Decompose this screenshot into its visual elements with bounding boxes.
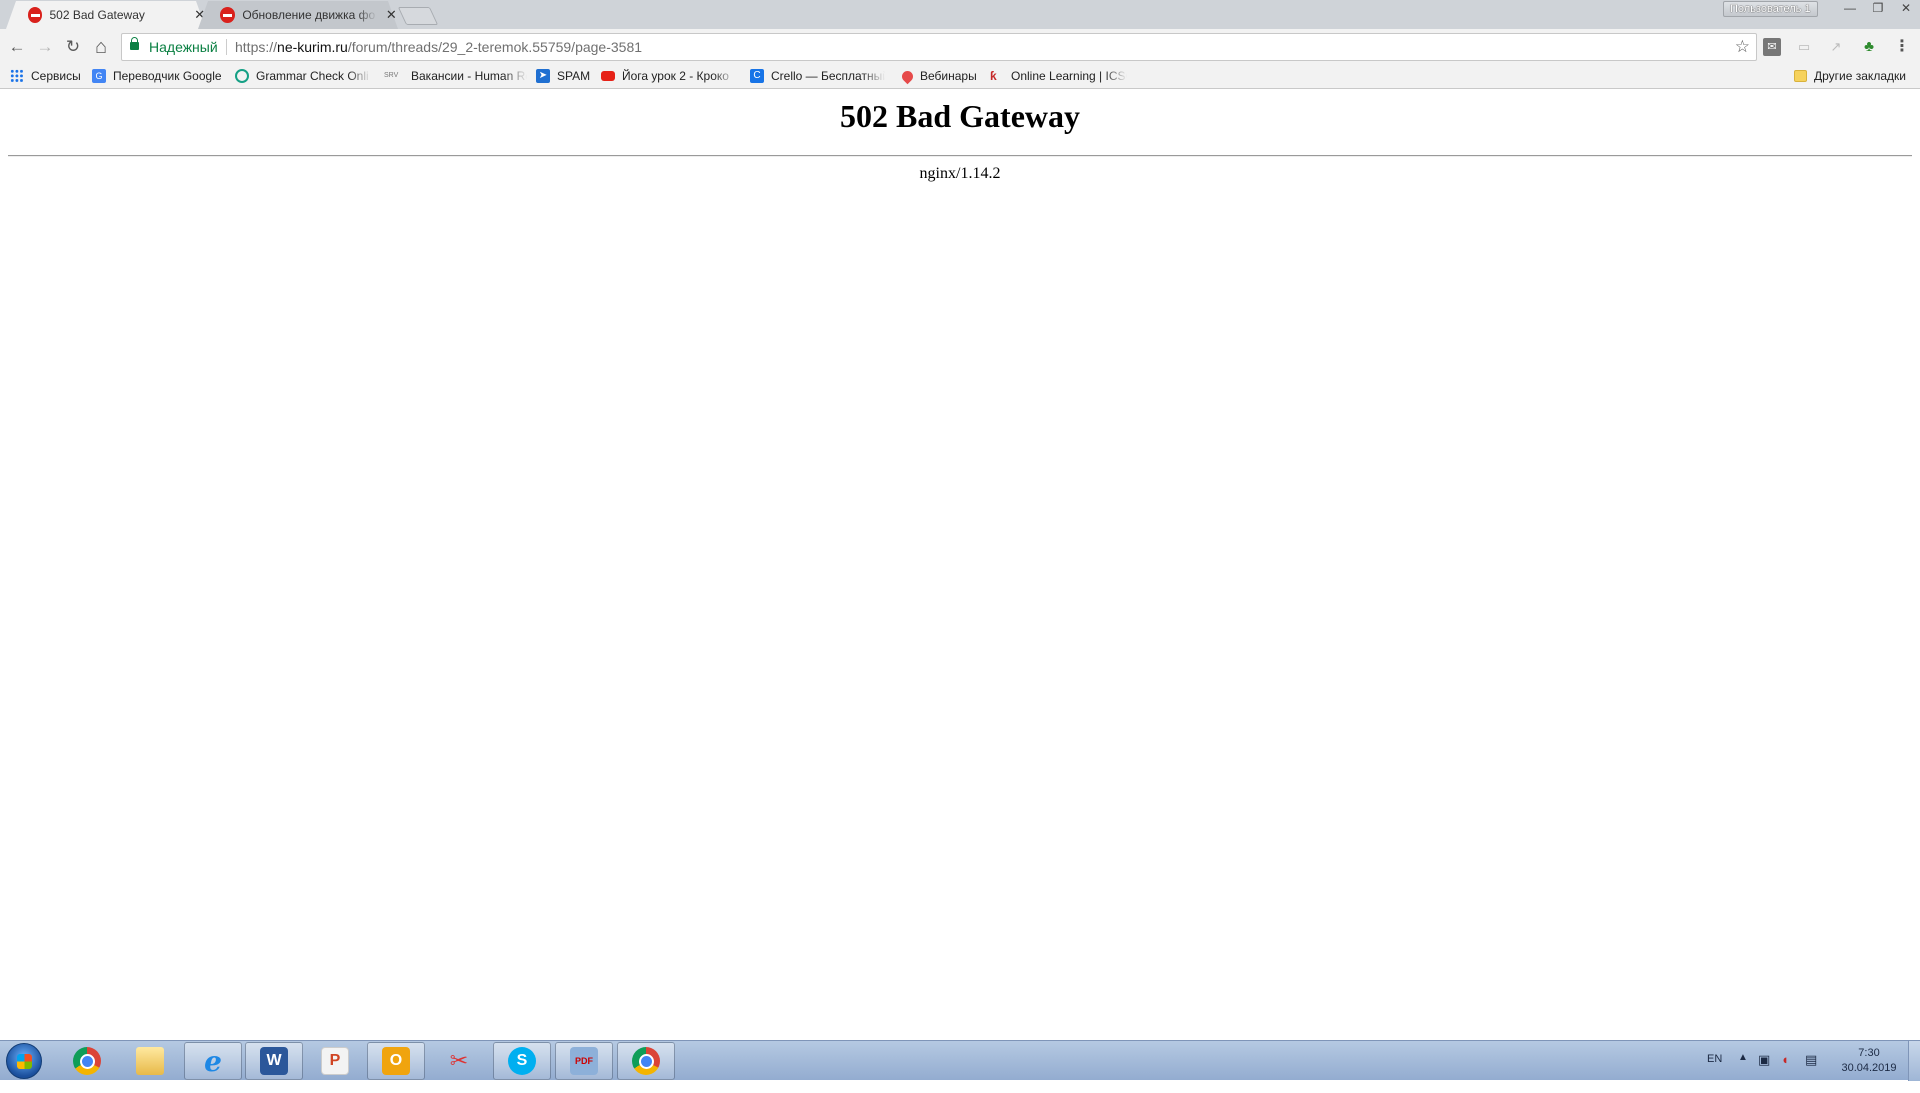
- url-host: ne-kurim.ru: [277, 39, 348, 55]
- srv-icon: SRV: [384, 72, 399, 79]
- profile-badge[interactable]: Пользователь 1: [1723, 1, 1818, 17]
- language-indicator[interactable]: EN: [1707, 1053, 1722, 1093]
- bookmark-label: Crello — Бесплатный: [771, 69, 885, 83]
- bookmark-vacancies[interactable]: SRV Вакансии - Human Re: [384, 69, 527, 83]
- skype-icon: S: [508, 1047, 536, 1075]
- folder-icon: [1794, 70, 1807, 82]
- url-scheme: https://: [235, 39, 278, 55]
- bookmark-label: Йога урок 2 - Кроко: [622, 69, 729, 83]
- crello-icon: C: [750, 69, 764, 83]
- bookmark-label: Сервисы: [31, 69, 81, 83]
- bookmark-grammar-check[interactable]: Grammar Check Onli: [235, 69, 371, 83]
- secure-label[interactable]: Надежный: [149, 39, 218, 55]
- tab-engine-update[interactable]: Обновление движка фо ✕: [198, 1, 398, 29]
- bookmark-label: Grammar Check Onli: [256, 69, 369, 83]
- close-window-icon[interactable]: ✕: [1892, 0, 1920, 18]
- grammar-icon: [235, 69, 249, 83]
- windows-taskbar: e W P O ✂ S PDF EN ▲ ▣ ◖ ▤ 7:30 30.04.20…: [0, 1040, 1920, 1081]
- chrome-icon: [632, 1047, 660, 1075]
- bookmark-crello[interactable]: C Crello — Бесплатный: [750, 69, 885, 83]
- bookmark-label: Другие закладки: [1814, 69, 1906, 83]
- chrome-icon: [73, 1047, 101, 1075]
- browser-menu-icon[interactable]: ⋮: [1893, 38, 1911, 56]
- youtube-icon: [601, 71, 615, 81]
- bookmark-label: Online Learning | ICSC: [1011, 69, 1127, 83]
- snipping-tool-icon: ✂: [449, 1048, 469, 1073]
- reload-icon[interactable]: ↻: [61, 35, 85, 59]
- omnibox-divider: [226, 39, 227, 55]
- home-icon[interactable]: ⌂: [89, 35, 113, 59]
- spam-icon: ➤: [536, 69, 550, 83]
- bookmark-spam[interactable]: ➤ SPAM: [536, 69, 590, 83]
- bookmark-label: SPAM: [557, 69, 591, 83]
- bookmark-label: Переводчик Google: [113, 69, 222, 83]
- url-path: /forum/threads/29_2-teremok.55759/page-3…: [347, 39, 643, 55]
- system-clock[interactable]: 7:30 30.04.2019: [1832, 1046, 1906, 1076]
- clock-time: 7:30: [1858, 1047, 1880, 1059]
- print-extension-icon[interactable]: ▭: [1795, 38, 1813, 56]
- translate-icon: G: [92, 69, 106, 83]
- minimize-icon[interactable]: —: [1836, 0, 1864, 18]
- close-tab-icon[interactable]: ✕: [385, 7, 398, 23]
- word-icon: W: [260, 1047, 288, 1075]
- server-signature: nginx/1.14.2: [919, 165, 1001, 182]
- pdf-icon: PDF: [570, 1047, 598, 1075]
- taskbar-pdf[interactable]: PDF: [555, 1042, 613, 1080]
- lock-icon[interactable]: [130, 37, 139, 50]
- tab-502-bad-gateway[interactable]: 502 Bad Gateway ✕: [6, 1, 206, 29]
- tab-title: Обновление движка фо: [242, 8, 376, 22]
- url-text[interactable]: https://ne-kurim.ru/forum/threads/29_2-t…: [235, 39, 642, 55]
- volume-muted-icon[interactable]: ◖: [1781, 1052, 1789, 1092]
- bookmark-yoga[interactable]: Йога урок 2 - Кроко: [601, 69, 736, 83]
- taskbar-word[interactable]: W: [245, 1042, 303, 1080]
- divider: [8, 155, 1912, 157]
- taskbar-skype[interactable]: S: [493, 1042, 551, 1080]
- tab-strip: 502 Bad Gateway ✕ Обновление движка фо ✕…: [0, 0, 1920, 29]
- bookmark-label: Вакансии - Human Re: [411, 69, 527, 83]
- back-arrow-icon[interactable]: ←: [5, 35, 29, 59]
- browser-toolbar: ← → ↻ ⌂ Надежный https://ne-kurim.ru/for…: [0, 29, 1920, 65]
- bookmark-google-translate[interactable]: G Переводчик Google: [92, 69, 222, 83]
- page-content: 502 Bad Gateway nginx/1.14.2: [0, 90, 1920, 1040]
- bookmarks-bar: Сервисы G Переводчик Google Grammar Chec…: [0, 65, 1920, 89]
- error-heading: 502 Bad Gateway: [840, 98, 1080, 134]
- explorer-icon: [136, 1047, 164, 1075]
- internet-explorer-icon: e: [204, 1044, 222, 1078]
- action-center-icon[interactable]: ▤: [1805, 1052, 1817, 1092]
- show-hidden-icons-icon[interactable]: ▲: [1738, 1052, 1748, 1092]
- bookmark-label: Вебинары: [920, 69, 977, 83]
- forward-arrow-icon[interactable]: →: [33, 35, 57, 59]
- taskbar-chrome-active[interactable]: [617, 1042, 675, 1080]
- address-bar[interactable]: Надежный https://ne-kurim.ru/forum/threa…: [121, 33, 1757, 61]
- new-tab-button[interactable]: [397, 7, 439, 25]
- outlook-icon: O: [382, 1047, 410, 1075]
- apps-icon: [10, 69, 24, 83]
- arrow-extension-icon[interactable]: ↗: [1827, 38, 1845, 56]
- puzzle-extension-icon[interactable]: ♣: [1860, 38, 1878, 56]
- taskbar-internet-explorer[interactable]: e: [184, 1042, 242, 1080]
- icsc-icon: ƙ: [990, 69, 997, 83]
- bookmark-webinars[interactable]: Вебинары: [899, 68, 977, 84]
- show-desktop-button[interactable]: [1908, 1041, 1920, 1081]
- window-controls: — ❐ ✕: [1836, 0, 1920, 18]
- powerpoint-icon: P: [321, 1047, 349, 1075]
- taskbar-powerpoint[interactable]: P: [306, 1042, 364, 1080]
- bookmark-icsc[interactable]: ƙ Online Learning | ICSC: [990, 69, 1127, 83]
- taskbar-chrome[interactable]: [58, 1042, 116, 1080]
- mail-extension-icon[interactable]: ✉: [1763, 38, 1781, 56]
- webinar-icon: [899, 68, 916, 84]
- bookmark-services[interactable]: Сервисы: [10, 69, 81, 83]
- bookmark-star-icon[interactable]: ☆: [1735, 37, 1750, 57]
- restore-icon[interactable]: ❐: [1864, 0, 1892, 18]
- taskbar-outlook[interactable]: O: [367, 1042, 425, 1080]
- start-button[interactable]: [6, 1043, 42, 1079]
- clock-date: 30.04.2019: [1841, 1062, 1897, 1074]
- other-bookmarks-folder[interactable]: Другие закладки: [1794, 69, 1906, 83]
- taskbar-snipping-tool[interactable]: ✂: [430, 1042, 488, 1080]
- tab-title: 502 Bad Gateway: [49, 8, 145, 22]
- network-icon[interactable]: ▣: [1758, 1052, 1770, 1092]
- taskbar-explorer[interactable]: [121, 1042, 179, 1080]
